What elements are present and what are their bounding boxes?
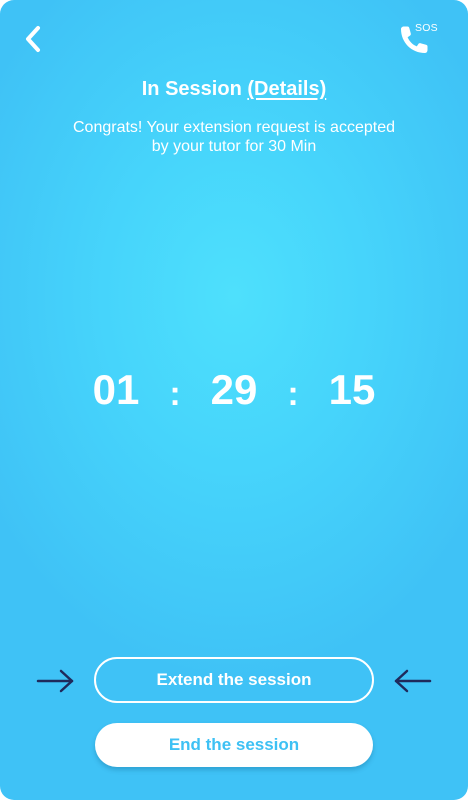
session-timer: 01 : 29 : 15 xyxy=(0,366,468,414)
extension-message: Congrats! Your extension request is acce… xyxy=(73,119,395,155)
timer-separator: : xyxy=(287,374,299,413)
chevron-left-icon xyxy=(26,26,40,52)
timer-hours: 01 xyxy=(92,366,140,413)
extend-session-button[interactable]: Extend the session xyxy=(94,657,374,703)
session-screen: SOS In Session (Details) Congrats! Your … xyxy=(0,0,468,800)
sos-button[interactable]: SOS xyxy=(398,20,440,56)
timer-seconds: 15 xyxy=(328,366,376,413)
page-title: In Session (Details) xyxy=(0,78,468,101)
session-status-title: In Session xyxy=(141,78,242,100)
back-button[interactable] xyxy=(18,22,48,56)
details-link[interactable]: (Details) xyxy=(247,78,326,100)
arrow-right-icon xyxy=(36,669,74,693)
timer-minutes: 29 xyxy=(210,366,258,413)
sos-label: SOS xyxy=(415,22,438,34)
end-session-button[interactable]: End the session xyxy=(95,723,373,767)
timer-separator: : xyxy=(169,374,181,413)
arrow-left-icon xyxy=(394,669,432,693)
